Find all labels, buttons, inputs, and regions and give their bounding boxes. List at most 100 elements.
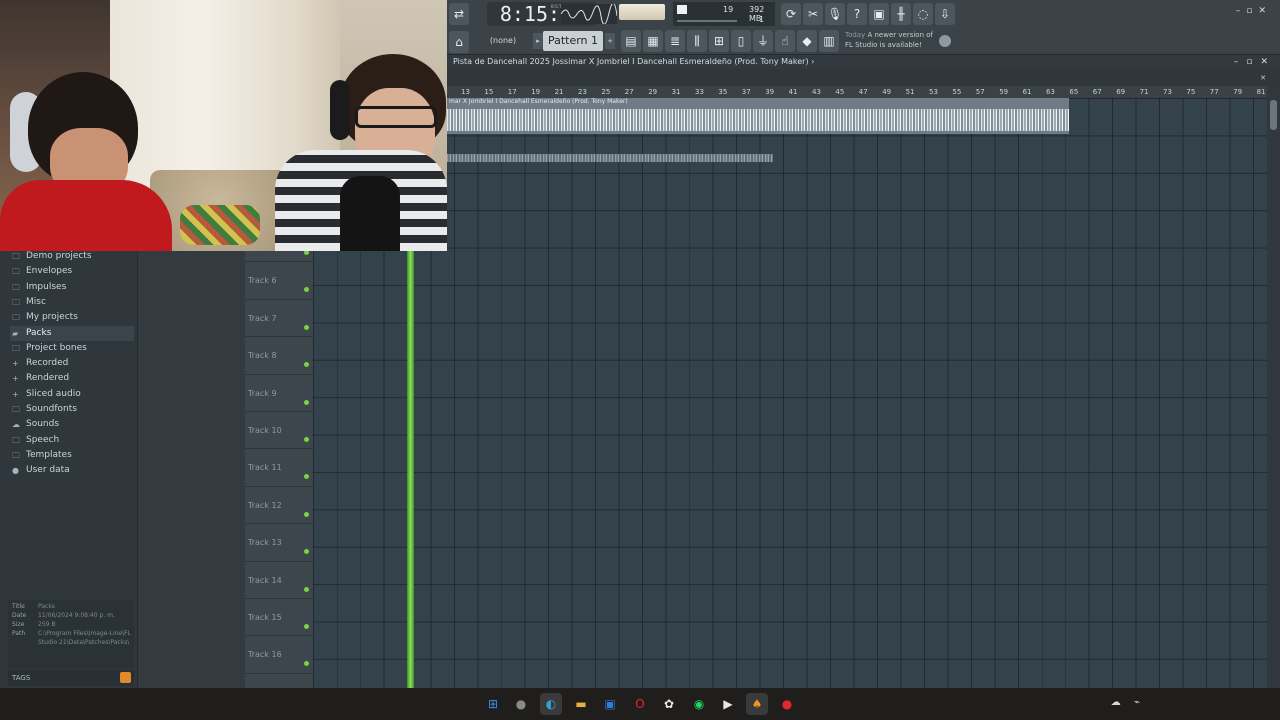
- plus-icon: +: [12, 359, 19, 369]
- track-led-icon[interactable]: [304, 474, 309, 480]
- ruler-tick: 19: [531, 88, 541, 96]
- title-arrow-icon[interactable]: ›: [811, 57, 814, 66]
- track-led-icon[interactable]: [304, 661, 309, 667]
- snap-icon[interactable]: ⌂: [449, 31, 469, 53]
- browser-item[interactable]: 🗀 Misc: [10, 295, 134, 310]
- news-panel[interactable]: Today A newer version of FL Studio is av…: [845, 30, 945, 54]
- plugin-icon[interactable]: ⏚: [753, 30, 773, 52]
- vertical-scrollbar[interactable]: [1267, 86, 1280, 688]
- save-icon[interactable]: ▣: [869, 3, 889, 25]
- track-header[interactable]: Track 10: [245, 412, 313, 450]
- browser-item[interactable]: 🗀 My projects: [10, 310, 134, 325]
- system-tray[interactable]: ☁ ⌁: [1111, 697, 1140, 708]
- track-led-icon[interactable]: [304, 399, 309, 405]
- windows-start-icon[interactable]: ⊞: [482, 693, 504, 715]
- track-header[interactable]: Track 6: [245, 262, 313, 300]
- track-led-icon[interactable]: [304, 511, 309, 517]
- scrollbar-thumb[interactable]: [1270, 100, 1277, 130]
- touch-icon[interactable]: ☝: [775, 30, 795, 52]
- help-icon[interactable]: ?: [847, 3, 867, 25]
- track-led-icon[interactable]: [304, 586, 309, 592]
- browser-tree-icon[interactable]: ⊞: [709, 30, 729, 52]
- track-header[interactable]: Track 8: [245, 337, 313, 375]
- pattern-selector[interactable]: Pattern 1: [543, 31, 603, 51]
- browser-item[interactable]: + Recorded: [10, 356, 134, 371]
- transport-mode-icon[interactable]: ⇄: [449, 3, 469, 25]
- search-icon[interactable]: [120, 672, 131, 683]
- track-led-icon[interactable]: [304, 437, 309, 442]
- pattern-add-button[interactable]: +: [605, 33, 615, 49]
- browser-item[interactable]: + Sliced audio: [10, 387, 134, 402]
- track-header[interactable]: Track 11: [245, 449, 313, 487]
- chat-icon[interactable]: ◌: [913, 3, 933, 25]
- track-header[interactable]: Track 16: [245, 636, 313, 674]
- snap-selector[interactable]: (none): [481, 33, 525, 49]
- track-header[interactable]: Track 12: [245, 487, 313, 525]
- playlist-upper-tracks[interactable]: mar X Jombriel I Dancehall Esmeraldeño (…: [447, 98, 1267, 251]
- channel-rack-icon[interactable]: ≣: [665, 30, 685, 52]
- browser-item[interactable]: 🗀 Impulses: [10, 280, 134, 295]
- window-controls[interactable]: –▫✕: [1236, 6, 1272, 16]
- track-header[interactable]: Track 15: [245, 599, 313, 637]
- mixer-icon[interactable]: ╫: [891, 3, 911, 25]
- track-led-icon[interactable]: [304, 324, 309, 330]
- tempo-tap-icon[interactable]: ◆: [797, 30, 817, 52]
- browser-item[interactable]: 🗀 Speech: [10, 433, 134, 448]
- download-icon[interactable]: ⇩: [935, 3, 955, 25]
- mixer-view-icon[interactable]: ⫼: [687, 30, 707, 52]
- track-header[interactable]: Track 13: [245, 524, 313, 562]
- chatgpt-icon[interactable]: ✿: [658, 693, 680, 715]
- browser-item[interactable]: 🗀 Project bones: [10, 341, 134, 356]
- browser-item[interactable]: ● User data: [10, 463, 134, 478]
- close-icon[interactable]: ✕: [1260, 74, 1266, 82]
- news-line-1: A newer version of: [867, 31, 933, 39]
- globe-icon[interactable]: [939, 35, 951, 47]
- track-header[interactable]: Track 14: [245, 562, 313, 599]
- microphone-icon[interactable]: 🎙: [825, 3, 845, 25]
- recording-icon[interactable]: ⟳: [781, 3, 801, 25]
- media-player-icon[interactable]: ▶: [717, 693, 739, 715]
- track-led-icon[interactable]: [304, 624, 309, 629]
- store-icon[interactable]: ▥: [819, 30, 839, 52]
- search-taskbar-icon[interactable]: ●: [510, 693, 532, 715]
- track-name: Track 16: [248, 650, 282, 660]
- playhead-marker[interactable]: [407, 251, 414, 688]
- master-volume-slider[interactable]: [619, 4, 665, 20]
- track-header[interactable]: Track 7: [245, 300, 313, 338]
- fl-studio-icon[interactable]: ♠: [746, 693, 768, 715]
- track-led-icon[interactable]: [304, 549, 309, 555]
- tags-bar[interactable]: TAGS: [8, 670, 134, 686]
- network-icon[interactable]: ⌁: [1134, 697, 1140, 708]
- browser-item-label: Project bones: [26, 342, 87, 353]
- playlist-overview-strip[interactable]: ✕: [447, 69, 1280, 86]
- piano-roll-icon[interactable]: ▦: [643, 30, 663, 52]
- browser-item[interactable]: + Rendered: [10, 371, 134, 386]
- pattern-prev-arrow[interactable]: ▸: [533, 33, 543, 49]
- ruler-tick: 79: [1233, 88, 1243, 96]
- browser-item[interactable]: ☁ Sounds: [10, 417, 134, 432]
- track-header[interactable]: Track 9: [245, 375, 313, 412]
- browser-item[interactable]: 🗀 Templates: [10, 448, 134, 463]
- track-led-icon[interactable]: [304, 287, 309, 293]
- timeline-ruler[interactable]: 13 15 17 19 21 23 25 27 29 31 33 35 37 39 41 43 45 47 49 51…: [447, 86, 1267, 98]
- browser-item[interactable]: 🗀 Soundfonts: [10, 402, 134, 417]
- audio-clip-main[interactable]: mar X Jombriel I Dancehall Esmeraldeño (…: [447, 98, 1069, 134]
- edge-icon[interactable]: ◐: [540, 693, 562, 715]
- spotify-icon[interactable]: ◉: [688, 693, 710, 715]
- file-explorer-icon[interactable]: ▬: [570, 693, 592, 715]
- browser-item[interactable]: 🗀 Demo projects: [10, 249, 134, 264]
- info-path-key: Path: [12, 630, 26, 637]
- opera-icon[interactable]: O: [629, 693, 651, 715]
- clipboard-icon[interactable]: ▯: [731, 30, 751, 52]
- browser-item-label: Misc: [26, 296, 46, 307]
- playlist-icon[interactable]: ▤: [621, 30, 641, 52]
- browser-item[interactable]: 🗀 Envelopes: [10, 264, 134, 279]
- stream-app-icon[interactable]: ●: [776, 693, 798, 715]
- cut-icon[interactable]: ✂: [803, 3, 823, 25]
- store-taskbar-icon[interactable]: ▣: [599, 693, 621, 715]
- audio-clip-secondary[interactable]: [447, 150, 773, 166]
- track-led-icon[interactable]: [304, 362, 309, 368]
- playlist-window-controls[interactable]: –▫✕: [1234, 55, 1276, 69]
- onedrive-icon[interactable]: ☁: [1111, 697, 1121, 708]
- browser-item[interactable]: ▰ Packs: [10, 325, 134, 341]
